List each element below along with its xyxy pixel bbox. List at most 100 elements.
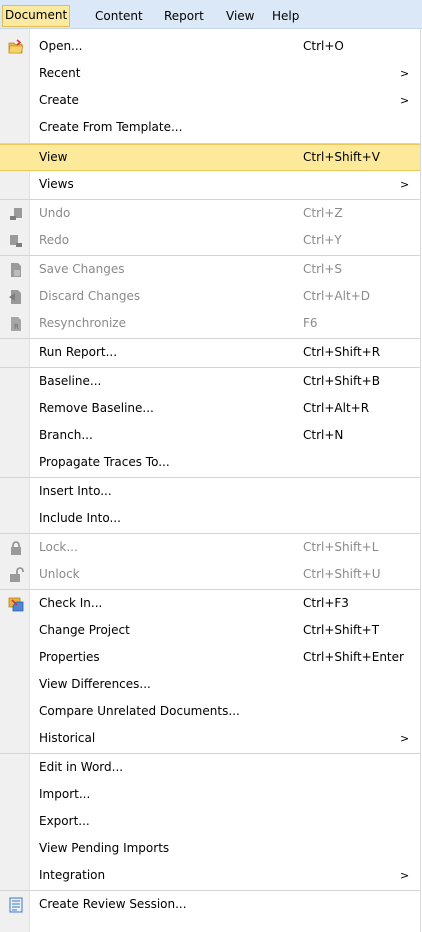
submenu-arrow-icon: >: [400, 732, 410, 745]
menu-item-remove-baseline[interactable]: Remove Baseline... Ctrl+Alt+R: [0, 395, 420, 422]
menu-label: Check In...: [39, 596, 103, 610]
shortcut-label: Ctrl+Y: [303, 233, 342, 247]
menu-item-integration[interactable]: Integration >: [0, 862, 420, 889]
menu-item-unlock[interactable]: Unlock Ctrl+Shift+U: [0, 561, 420, 588]
menu-label: Recent: [39, 66, 81, 80]
menu-item-create-from-template[interactable]: Create From Template...: [0, 114, 420, 141]
submenu-arrow-icon: >: [400, 869, 410, 882]
menu-item-baseline[interactable]: Baseline... Ctrl+Shift+B: [0, 368, 420, 395]
menu-label: Views: [39, 177, 74, 191]
lock-icon: [11, 541, 21, 555]
menu-item-redo[interactable]: Redo Ctrl+Y: [0, 227, 420, 254]
menu-label: Change Project: [39, 623, 130, 637]
menu-bar: Document Content Report View Help: [0, 0, 422, 29]
resynchronize-icon: R: [11, 317, 21, 331]
menu-label: Resynchronize: [39, 316, 126, 330]
shortcut-label: Ctrl+Shift+U: [303, 567, 381, 581]
shortcut-label: Ctrl+Shift+Enter: [303, 650, 404, 664]
shortcut-label: Ctrl+O: [303, 39, 344, 53]
menu-item-include-into[interactable]: Include Into...: [0, 505, 420, 532]
menu-item-views[interactable]: Views >: [0, 171, 420, 198]
menu-item-lock[interactable]: Lock... Ctrl+Shift+L: [0, 534, 420, 561]
menu-item-create-review-session[interactable]: Create Review Session...: [0, 891, 420, 918]
review-session-icon: [9, 897, 23, 913]
shortcut-label: Ctrl+Z: [303, 206, 343, 220]
menubar-view[interactable]: View: [223, 6, 257, 26]
menu-item-import[interactable]: Import...: [0, 781, 420, 808]
submenu-arrow-icon: >: [400, 94, 410, 107]
menu-item-recent[interactable]: Recent >: [0, 60, 420, 87]
menu-label: Integration: [39, 868, 106, 882]
menu-label: Propagate Traces To...: [39, 455, 170, 469]
menu-label: Remove Baseline...: [39, 401, 154, 415]
shortcut-label: Ctrl+Shift+R: [303, 345, 381, 359]
menu-label: Discard Changes: [39, 289, 141, 303]
menu-label: Edit in Word...: [39, 760, 124, 774]
menu-item-view-pending-imports[interactable]: View Pending Imports: [0, 835, 420, 862]
submenu-arrow-icon: >: [400, 178, 410, 191]
menu-label: Properties: [39, 650, 100, 664]
svg-text:R: R: [14, 323, 19, 331]
menubar-help[interactable]: Help: [269, 6, 302, 26]
menu-item-check-in[interactable]: Check In... Ctrl+F3: [0, 590, 420, 617]
menu-label: Create From Template...: [39, 120, 183, 134]
menu-label: Save Changes: [39, 262, 125, 276]
menu-item-view[interactable]: View Ctrl+Shift+V: [0, 144, 420, 171]
shortcut-label: Ctrl+Shift+L: [303, 540, 379, 554]
shortcut-label: Ctrl+Alt+R: [303, 401, 370, 415]
submenu-arrow-icon: >: [400, 67, 410, 80]
open-folder-icon: [8, 39, 24, 54]
menu-item-insert-into[interactable]: Insert Into...: [0, 478, 420, 505]
redo-icon: [10, 235, 22, 247]
menu-item-view-differences[interactable]: View Differences...: [0, 671, 420, 698]
shortcut-label: Ctrl+Shift+T: [303, 623, 380, 637]
shortcut-label: Ctrl+Shift+V: [303, 150, 380, 164]
menu-label: View Pending Imports: [39, 841, 170, 855]
menu-item-branch[interactable]: Branch... Ctrl+N: [0, 422, 420, 449]
shortcut-label: Ctrl+Alt+D: [303, 289, 370, 303]
menu-item-historical[interactable]: Historical >: [0, 725, 420, 752]
menu-label: Import...: [39, 787, 91, 801]
menu-label: View Differences...: [39, 677, 151, 691]
menu-label: Baseline...: [39, 374, 102, 388]
menu-item-export[interactable]: Export...: [0, 808, 420, 835]
menu-item-resynchronize[interactable]: R Resynchronize F6: [0, 310, 420, 337]
menu-item-discard-changes[interactable]: Discard Changes Ctrl+Alt+D: [0, 283, 420, 310]
document-menu-dropdown: Open... Ctrl+O Recent > Create > Create …: [0, 29, 421, 932]
unlock-icon: [10, 567, 24, 582]
menubar-document[interactable]: Document: [2, 5, 71, 27]
undo-icon: [10, 208, 22, 220]
shortcut-label: Ctrl+Shift+B: [303, 374, 380, 388]
menu-item-compare-unrelated[interactable]: Compare Unrelated Documents...: [0, 698, 420, 725]
menu-item-undo[interactable]: Undo Ctrl+Z: [0, 200, 420, 227]
menu-item-save-changes[interactable]: Save Changes Ctrl+S: [0, 256, 420, 283]
menu-label: Redo: [39, 233, 70, 247]
menu-label: Create Review Session...: [39, 897, 187, 911]
menubar-report[interactable]: Report: [161, 6, 207, 26]
shortcut-label: Ctrl+F3: [303, 596, 349, 610]
menu-item-propagate-traces[interactable]: Propagate Traces To...: [0, 449, 420, 476]
menu-label: Lock...: [39, 540, 78, 554]
menu-label: Include Into...: [39, 511, 121, 525]
menu-item-edit-in-word[interactable]: Edit in Word...: [0, 754, 420, 781]
menu-label: Create: [39, 93, 79, 107]
menu-label: Compare Unrelated Documents...: [39, 704, 240, 718]
menu-label: Export...: [39, 814, 90, 828]
menu-item-create[interactable]: Create >: [0, 87, 420, 114]
menu-label: Insert Into...: [39, 484, 112, 498]
shortcut-label: F6: [303, 316, 318, 330]
menu-item-properties[interactable]: Properties Ctrl+Shift+Enter: [0, 644, 420, 671]
menu-item-run-report[interactable]: Run Report... Ctrl+Shift+R: [0, 339, 420, 366]
check-in-icon: [8, 597, 24, 612]
menu-label: View: [39, 150, 68, 164]
menu-label: Branch...: [39, 428, 93, 442]
menu-label: Run Report...: [39, 345, 118, 359]
menu-label: Historical: [39, 731, 96, 745]
menu-item-change-project[interactable]: Change Project Ctrl+Shift+T: [0, 617, 420, 644]
save-changes-icon: [11, 263, 21, 277]
menu-item-open[interactable]: Open... Ctrl+O: [0, 33, 420, 60]
discard-changes-icon: [9, 290, 21, 304]
menu-label: Undo: [39, 206, 71, 220]
shortcut-label: Ctrl+S: [303, 262, 343, 276]
menubar-content[interactable]: Content: [92, 6, 146, 26]
